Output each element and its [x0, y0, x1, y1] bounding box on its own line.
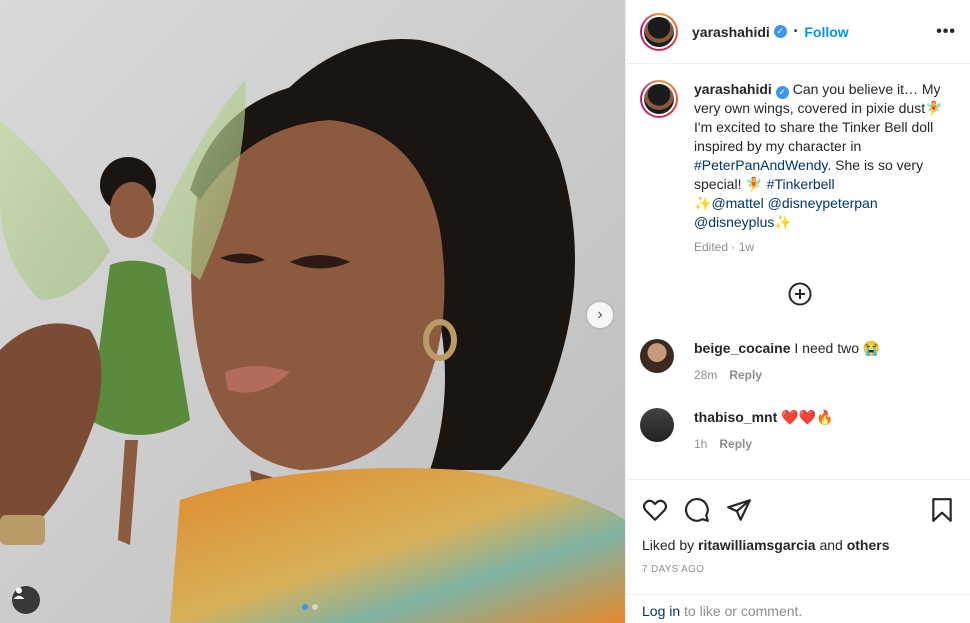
post-date: 7 DAYS AGO [642, 564, 705, 575]
mention-link[interactable]: @disneypeterpan [764, 195, 878, 211]
hashtag-link[interactable]: #PeterPanAndWendy [694, 157, 827, 173]
likes-summary: Liked by ritawilliamsgarcia and others [642, 537, 890, 553]
more-options-icon[interactable]: ••• [936, 23, 956, 41]
reply-button[interactable]: Reply [729, 368, 762, 382]
login-link[interactable]: Log in [642, 603, 680, 619]
caption-author-avatar[interactable] [640, 80, 678, 118]
caption-text: yarashahidi ✓ Can you believe it… My very… [694, 80, 956, 257]
fairy-emoji-icon: 🧚 [745, 176, 763, 192]
verified-badge-icon: ✓ [773, 25, 787, 38]
post-side-panel: yarashahidi ✓ • Follow ••• yarashahidi ✓ … [625, 0, 970, 623]
comment-time: 1h [694, 437, 708, 451]
person-icon [13, 587, 25, 599]
post-image[interactable]: › [0, 0, 625, 623]
commenter-avatar[interactable] [640, 408, 674, 442]
load-more-comments-icon[interactable] [788, 282, 812, 306]
author-username[interactable]: yarashahidi [692, 24, 770, 40]
reply-button[interactable]: Reply [719, 437, 752, 451]
comment-item: beige_cocaine I need two 😭 28m Reply [640, 339, 880, 385]
carousel-dot-2 [312, 604, 318, 610]
mention-link[interactable]: @disneyplus [694, 214, 774, 230]
likes-prefix: Liked by [642, 537, 699, 553]
follow-button[interactable]: Follow [804, 24, 848, 40]
likes-middle: and [815, 537, 847, 553]
post-actions-bar [626, 479, 970, 539]
caption-username[interactable]: yarashahidi [694, 81, 772, 97]
login-prompt-text: to like or comment. [680, 603, 803, 619]
hashtag-link[interactable]: #Tinkerbell [763, 176, 835, 192]
comment-icon[interactable] [684, 497, 710, 523]
carousel-indicator [302, 604, 318, 610]
carousel-next-button[interactable]: › [587, 302, 613, 328]
share-icon[interactable] [726, 497, 752, 523]
sparkles-emoji-icon: ✨ [774, 214, 792, 230]
fairy-emoji-icon: 🧚 [925, 100, 943, 116]
caption-block: yarashahidi ✓ Can you believe it… My very… [626, 64, 970, 257]
caption-verified-badge-icon: ✓ [775, 86, 789, 99]
likes-others-link[interactable]: others [847, 537, 890, 553]
bookmark-icon[interactable] [929, 497, 955, 523]
comment-text: ❤️❤️🔥 [781, 409, 834, 425]
comment-item: thabiso_mnt ❤️❤️🔥 1h Reply [640, 408, 833, 454]
header-separator: • [793, 26, 798, 37]
tagged-user-button[interactable] [12, 586, 40, 614]
post-header: yarashahidi ✓ • Follow ••• [626, 0, 970, 64]
post-photo-illustration [0, 39, 625, 623]
author-avatar[interactable] [640, 12, 678, 51]
sparkles-emoji-icon: ✨ [694, 195, 712, 211]
login-prompt: Log in to like or comment. [626, 594, 970, 623]
edited-timestamp: Edited · 1w [694, 240, 755, 254]
comment-time: 28m [694, 368, 718, 382]
carousel-dot-1 [302, 604, 308, 610]
comment-text: I need two 😭 [794, 340, 881, 356]
liker-username[interactable]: ritawilliamsgarcia [698, 537, 816, 553]
commenter-avatar[interactable] [640, 339, 674, 373]
caption-part: I'm excited to share the Tinker Bell dol… [694, 119, 934, 154]
heart-icon[interactable] [642, 497, 668, 523]
commenter-username[interactable]: beige_cocaine [694, 340, 791, 356]
commenter-username[interactable]: thabiso_mnt [694, 409, 777, 425]
mention-link[interactable]: @mattel [711, 195, 763, 211]
